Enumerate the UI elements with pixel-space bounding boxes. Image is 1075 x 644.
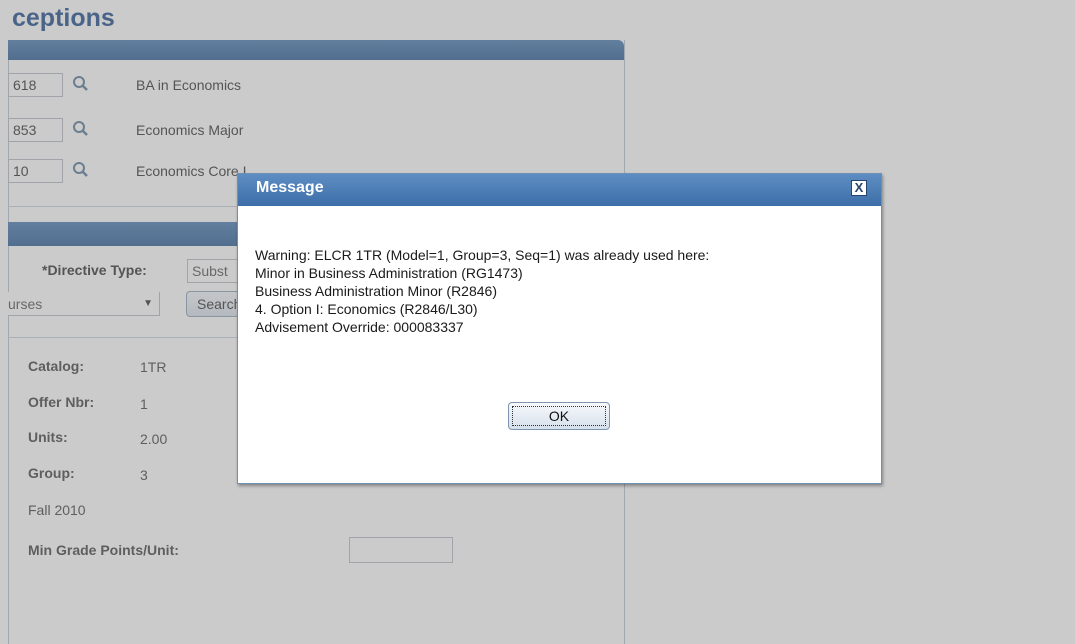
- ok-button-label: OK: [548, 408, 570, 424]
- dialog-title: Message: [256, 179, 324, 196]
- message-line: Minor in Business Administration (RG1473…: [255, 265, 523, 281]
- message-dialog: Message X Warning: ELCR 1TR (Model=1, Gr…: [237, 173, 882, 484]
- message-line: Business Administration Minor (R2846): [255, 283, 497, 299]
- page: ceptions 618 BA in Economics 853 Economi…: [0, 0, 1075, 644]
- message-line: 4. Option I: Economics (R2846/L30): [255, 301, 478, 317]
- close-icon[interactable]: X: [851, 180, 867, 196]
- message-line: Advisement Override: 000083337: [255, 319, 464, 335]
- ok-button[interactable]: OK: [508, 402, 610, 430]
- message-line: Warning: ELCR 1TR (Model=1, Group=3, Seq…: [255, 247, 710, 263]
- dialog-titlebar[interactable]: Message X: [238, 174, 881, 206]
- dialog-message: Warning: ELCR 1TR (Model=1, Group=3, Seq…: [255, 246, 865, 336]
